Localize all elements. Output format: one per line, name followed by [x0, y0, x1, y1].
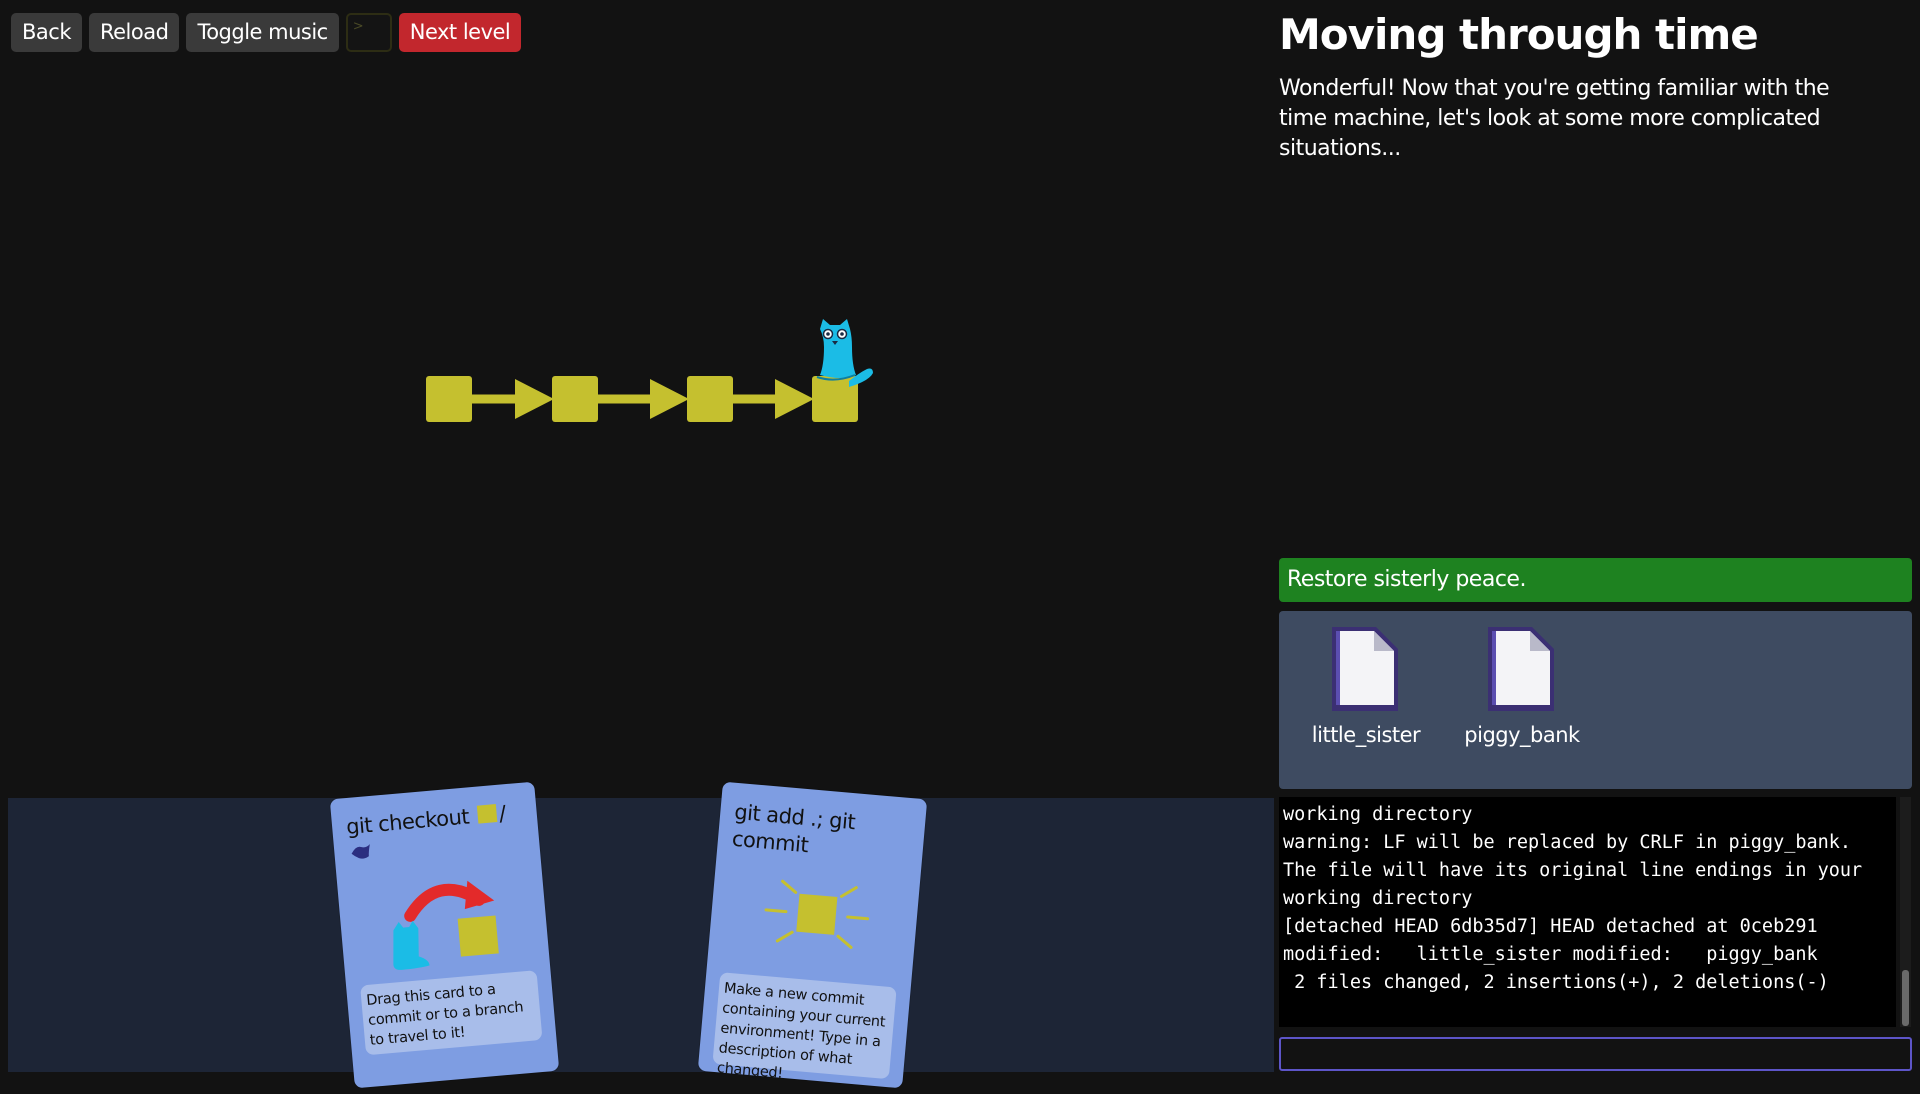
- terminal-line: working directory: [1283, 804, 1473, 825]
- commit-sparkle-icon: [764, 879, 870, 949]
- file-item-little-sister[interactable]: little_sister: [1296, 625, 1436, 747]
- terminal-line: 2 files changed, 2 insertions(+), 2 dele…: [1283, 972, 1829, 993]
- command-input[interactable]: [1279, 1037, 1912, 1071]
- commit-graph: [426, 319, 873, 422]
- commit-node[interactable]: [552, 376, 598, 422]
- commit-node[interactable]: [687, 376, 733, 422]
- card-title-text: git checkout: [345, 804, 471, 840]
- terminal-line: [detached HEAD 6db35d7] HEAD detached at…: [1283, 916, 1818, 937]
- terminal-scrollbar-thumb[interactable]: [1902, 970, 1909, 1026]
- file-item-piggy-bank[interactable]: piggy_bank: [1452, 625, 1592, 747]
- file-icon: [1488, 627, 1554, 711]
- terminal-line: The file will have its original line end…: [1283, 860, 1863, 881]
- card-git-commit[interactable]: git add .; git commit Make a new commit …: [697, 781, 928, 1089]
- branch-flag-icon: [351, 844, 370, 859]
- file-name-little-sister: little_sister: [1311, 723, 1421, 747]
- card-description: Drag this card to a commit or to a branc…: [360, 970, 543, 1056]
- terminal-line: modified: little_sister modified: piggy_…: [1283, 944, 1818, 965]
- card-title-separator: /: [497, 801, 507, 826]
- terminal-output: working directory warning: LF will be rep…: [1279, 797, 1896, 1027]
- commit-arrow: [775, 379, 814, 419]
- card-git-checkout[interactable]: git checkout / Drag this card to a commi…: [329, 781, 560, 1089]
- commit-square-icon: [477, 803, 498, 824]
- commit-arrow: [515, 379, 554, 419]
- level-title: Moving through time: [1279, 10, 1759, 59]
- commit-arrow: [650, 379, 689, 419]
- file-browser: little_sister piggy_bank: [1279, 611, 1912, 789]
- terminal-line: working directory: [1283, 888, 1473, 909]
- checkout-illustration-icon: [393, 880, 499, 970]
- terminal-line: warning: LF will be replaced by CRLF in …: [1283, 832, 1852, 853]
- card-tray: [8, 798, 1274, 1072]
- commit-node[interactable]: [426, 376, 472, 422]
- card-title: git checkout /: [345, 799, 529, 868]
- card-description: Make a new commit containing your curren…: [712, 972, 897, 1082]
- level-description: Wonderful! Now that you're getting famil…: [1279, 76, 1830, 161]
- card-title: git add .; git commit: [731, 799, 857, 858]
- goal-banner: Restore sisterly peace.: [1279, 558, 1912, 602]
- file-icon: [1332, 627, 1398, 711]
- file-name-piggy-bank: piggy_bank: [1464, 723, 1580, 747]
